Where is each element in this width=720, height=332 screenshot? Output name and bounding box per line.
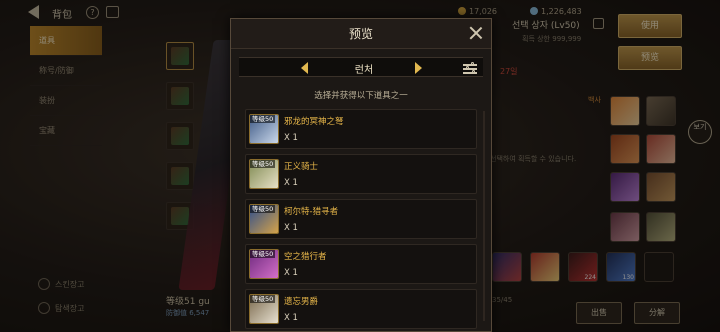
skin-storage-icon [38, 278, 50, 290]
inventory-category-nav: 道具 称号/防御 装扮 宝藏 [30, 26, 102, 276]
nav-item-costume[interactable]: 装扮 [30, 86, 102, 116]
scrollbar[interactable] [483, 111, 485, 321]
modal-title: 预览 [348, 27, 373, 41]
instruction-text: 选择并获得以下道具之一 [314, 91, 408, 101]
list-item[interactable]: 等级50 柯尔特-猎寻者 X 1 [245, 199, 477, 239]
use-button[interactable]: 使用 [618, 14, 682, 38]
preview-modal: 预览 런처 选择并获得以下道具之一 等级50 邪龙的冥神之弩 X 1 等级50 … [230, 18, 492, 332]
nav-item-treasure[interactable]: 宝藏 [30, 116, 102, 146]
item-limit: 획득 상한 999,999 [522, 34, 581, 44]
inventory-item[interactable] [646, 96, 676, 126]
inventory-item[interactable] [610, 96, 640, 126]
item-limit-value: 999,999 [552, 35, 582, 43]
coin-icon [458, 7, 466, 15]
prev-class-arrow-icon[interactable] [301, 62, 308, 74]
item-detail-title: 선택 상자 (Lv50) [512, 21, 580, 31]
item-name: 正义骑士 [284, 162, 319, 172]
item-qty: 224 [584, 274, 596, 281]
skin-storage-label: 스킨장고 [55, 280, 85, 289]
character-power: 防御值 6,547 [166, 309, 210, 317]
inventory-slot[interactable] [166, 122, 194, 150]
preview-button[interactable]: 预览 [618, 46, 682, 70]
inventory-item[interactable] [610, 134, 640, 164]
gift-box-item[interactable] [530, 252, 560, 282]
item-name: 遗忘男爵 [284, 297, 319, 307]
item-quantity: X 1 [284, 178, 298, 188]
view-toggle-button[interactable]: 보기 [688, 120, 712, 144]
explore-storage-label: 탐색장고 [55, 304, 85, 313]
inventory-item[interactable] [646, 212, 676, 242]
item-level: 等级50 [250, 295, 276, 303]
item-quantity: X 1 [284, 313, 298, 323]
currency-gem-value: 1,226,483 [541, 7, 582, 16]
inventory-item[interactable] [610, 172, 640, 202]
back-arrow-icon[interactable] [28, 5, 39, 19]
inventory-item[interactable] [610, 212, 640, 242]
item-level: 等级50 [250, 160, 276, 168]
filter-icon[interactable] [463, 61, 477, 75]
inventory-slot[interactable] [166, 162, 194, 190]
weapon-icon: 等级50 [249, 114, 279, 144]
inventory-slot[interactable] [166, 42, 194, 70]
gear-item-icon [171, 167, 189, 185]
expiry-text: 27일 [500, 67, 518, 76]
gear-item-icon [171, 127, 189, 145]
gem-icon [530, 7, 538, 15]
nav-item-items[interactable]: 道具 [30, 26, 102, 56]
weapon-icon: 等级50 [249, 204, 279, 234]
item-level: 等级50 [250, 205, 276, 213]
currency-gem: 1,226,483 [530, 7, 582, 16]
gear-item-icon [171, 87, 189, 105]
close-icon[interactable] [469, 26, 483, 40]
grade-text: 백사 [588, 96, 601, 104]
dismantle-button[interactable]: 分解 [634, 302, 680, 324]
list-item[interactable]: 等级50 遗忘男爵 X 1 [245, 289, 477, 329]
inventory-title: 背包 [52, 10, 72, 21]
weapon-icon: 等级50 [249, 249, 279, 279]
inventory-item[interactable] [646, 172, 676, 202]
help-icon[interactable]: ? [86, 6, 99, 19]
gear-item-icon [171, 47, 189, 65]
item-limit-label: 획득 상한 [522, 35, 550, 43]
inventory-count: 35/45 [492, 296, 513, 304]
item-level: 等级50 [250, 250, 276, 258]
class-name: 런처 [354, 65, 374, 76]
character-level: 等级51 gu [166, 297, 210, 307]
currency-gold: 17,026 [458, 7, 497, 16]
weapon-icon: 等级50 [249, 294, 279, 324]
nav-item-title-defense[interactable]: 称号/防御 [30, 56, 102, 86]
gear-item-icon [171, 207, 189, 225]
inventory-slot[interactable] [166, 82, 194, 110]
item-quantity: X 1 [284, 268, 298, 278]
list-item[interactable]: 等级50 正义骑士 X 1 [245, 154, 477, 194]
item-name: 柯尔特-猎寻者 [284, 207, 339, 217]
list-item[interactable]: 等级50 空之猎行者 X 1 [245, 244, 477, 284]
item-level: 等级50 [250, 115, 276, 123]
inventory-item[interactable]: 224 [568, 252, 598, 282]
item-description: 선택하여 획득할 수 있습니다. [490, 155, 577, 163]
item-quantity: X 1 [284, 223, 298, 233]
item-name: 邪龙的冥神之弩 [284, 117, 344, 127]
weapon-icon: 等级50 [249, 159, 279, 189]
modal-header: 预览 [231, 19, 491, 49]
skin-storage-link[interactable]: 스킨장고 [38, 278, 84, 290]
inventory-item[interactable]: 130 [606, 252, 636, 282]
list-item[interactable]: 等级50 邪龙的冥神之弩 X 1 [245, 109, 477, 149]
currency-gold-value: 17,026 [469, 7, 497, 16]
explore-storage-link[interactable]: 탐색장고 [38, 302, 84, 314]
sell-button[interactable]: 出售 [576, 302, 622, 324]
share-icon[interactable] [593, 18, 604, 29]
item-quantity: X 1 [284, 133, 298, 143]
inventory-item[interactable] [492, 252, 522, 282]
class-selector: 런처 [239, 57, 483, 77]
explore-storage-icon [38, 302, 50, 314]
inventory-item[interactable] [646, 134, 676, 164]
home-icon[interactable] [106, 6, 119, 18]
empty-slot[interactable] [644, 252, 674, 282]
next-class-arrow-icon[interactable] [415, 62, 422, 74]
item-name: 空之猎行者 [284, 252, 327, 262]
reward-list: 等级50 邪龙的冥神之弩 X 1 等级50 正义骑士 X 1 等级50 柯尔特-… [245, 109, 477, 332]
item-qty: 130 [622, 274, 634, 281]
